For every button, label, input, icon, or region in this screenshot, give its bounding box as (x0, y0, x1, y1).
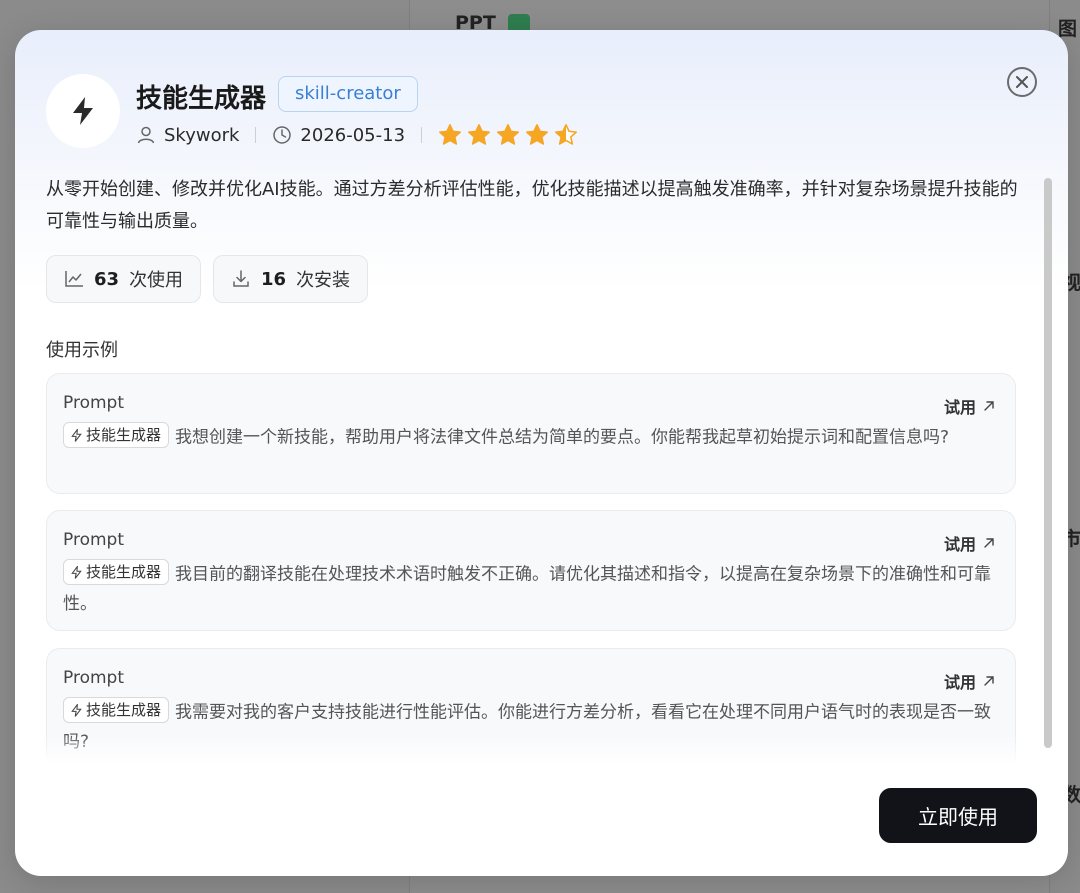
clock-icon (272, 125, 292, 145)
prompt-card: Prompt 试用 技能生成器 我想创建一个新技能，帮助用户将法律文件总结为简单… (46, 373, 1016, 494)
skill-chip-label: 技能生成器 (86, 701, 162, 719)
prompt-text-block: 技能生成器 我目前的翻译技能在处理技术术语时触发不正确。请优化其描述和指令，以提… (63, 559, 993, 619)
skill-meta-row: Skywork 2026-05-13 (136, 121, 578, 149)
star-full-icon (526, 124, 549, 145)
install-count-stat: 16 次安装 (213, 255, 369, 303)
lightning-icon (71, 703, 82, 717)
prompt-label: Prompt (63, 530, 124, 550)
examples-section-title: 使用示例 (46, 340, 118, 361)
skill-author: Skywork (164, 124, 240, 146)
skill-detail-modal: 技能生成器 skill-creator Skywork 2026-05-13 从… (15, 30, 1068, 876)
prompt-text: 我目前的翻译技能在处理技术术语时触发不正确。请优化其描述和指令，以提高在复杂场景… (63, 564, 992, 614)
star-full-icon (497, 124, 520, 145)
background-heading-1: 图 (1058, 18, 1078, 40)
try-label: 试用 (943, 398, 976, 417)
arrow-up-right-icon (984, 538, 994, 548)
skill-date: 2026-05-13 (300, 124, 406, 146)
lightning-icon (71, 565, 82, 579)
prompt-label: Prompt (63, 393, 124, 413)
install-label: 次安装 (296, 270, 351, 291)
prompt-text-block: 技能生成器 我想创建一个新技能，帮助用户将法律文件总结为简单的要点。你能帮我起草… (63, 422, 993, 453)
try-label: 试用 (943, 535, 976, 554)
use-now-button[interactable]: 立即使用 (879, 788, 1037, 843)
skill-chip: 技能生成器 (63, 559, 170, 585)
examples-list[interactable]: Prompt 试用 技能生成器 我想创建一个新技能，帮助用户将法律文件总结为简单… (46, 373, 1018, 763)
trend-chart-icon (65, 271, 83, 287)
usage-label: 次使用 (129, 270, 184, 291)
star-half-icon (555, 124, 578, 145)
lightning-icon (71, 428, 82, 442)
star-rating (438, 123, 578, 147)
meta-divider (421, 127, 423, 143)
arrow-up-right-icon (984, 676, 994, 686)
star-full-icon (468, 124, 491, 145)
user-icon (136, 125, 156, 145)
try-button[interactable]: 试用 (944, 531, 995, 555)
try-label: 试用 (943, 673, 976, 692)
prompt-label: Prompt (63, 668, 124, 688)
scrollbar-thumb[interactable] (1044, 178, 1052, 748)
close-icon (1016, 76, 1028, 88)
skill-logo (46, 74, 120, 148)
try-button[interactable]: 试用 (944, 394, 995, 418)
skill-chip-label: 技能生成器 (86, 426, 162, 444)
try-button[interactable]: 试用 (944, 669, 995, 693)
usage-count-stat: 63 次使用 (46, 255, 202, 303)
install-count: 16 (261, 268, 287, 290)
scroll-fade-overlay (46, 735, 1031, 765)
skill-chip-label: 技能生成器 (86, 563, 162, 581)
skill-chip: 技能生成器 (63, 422, 170, 448)
skill-title: 技能生成器 (136, 84, 267, 114)
close-button[interactable] (1007, 67, 1037, 97)
prompt-card: Prompt 试用 技能生成器 我目前的翻译技能在处理技术术语时触发不正确。请优… (46, 510, 1016, 631)
prompt-text: 我想创建一个新技能，帮助用户将法律文件总结为简单的要点。你能帮我起草初始提示词和… (175, 427, 950, 448)
star-full-icon (439, 124, 462, 145)
download-icon (233, 270, 249, 287)
arrow-up-right-icon (984, 401, 994, 411)
usage-count: 63 (94, 268, 120, 290)
skill-description: 从零开始创建、修改并优化AI技能。通过方差分析评估性能，优化技能描述以提高触发准… (46, 179, 1018, 232)
skill-chip: 技能生成器 (63, 697, 170, 723)
skill-slug-badge: skill-creator (278, 76, 418, 112)
lightning-icon (73, 97, 93, 125)
meta-divider (255, 127, 257, 143)
